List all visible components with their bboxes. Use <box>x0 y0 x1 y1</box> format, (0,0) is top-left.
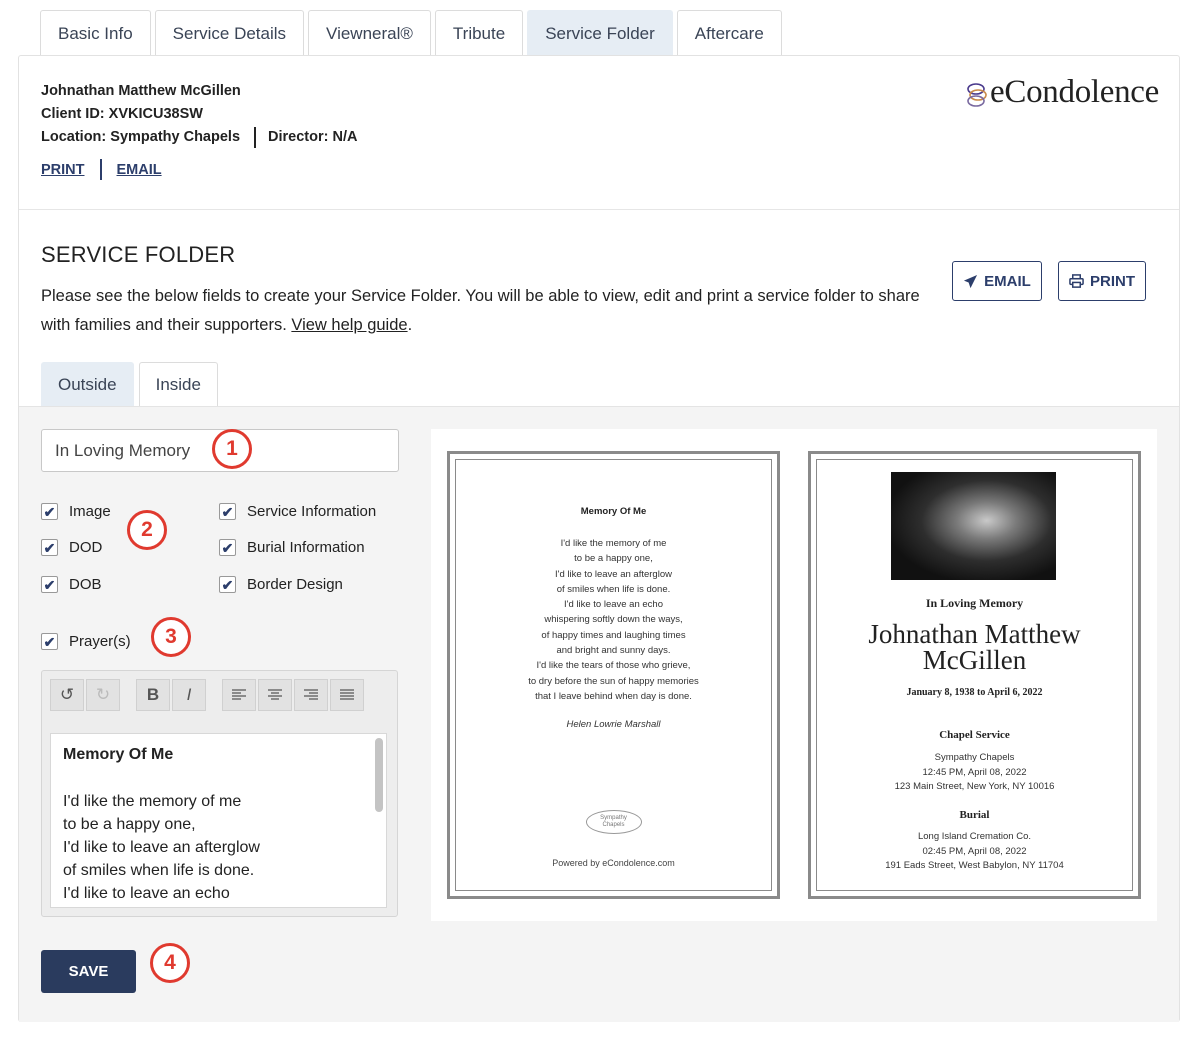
preview-front-page: In Loving Memory Johnathan Matthew McGil… <box>808 451 1141 899</box>
help-guide-link[interactable]: View help guide <box>291 316 407 334</box>
border-design-checkbox[interactable]: ✔ Border Design <box>219 576 343 593</box>
undo-button[interactable]: ↺ <box>50 679 84 711</box>
email-link[interactable]: EMAIL <box>117 162 162 178</box>
printer-icon <box>1069 273 1084 288</box>
prayer-text-area[interactable]: Memory Of Me I'd like the memory of me t… <box>50 733 387 908</box>
main-tabs: Basic Info Service Details Viewneral® Tr… <box>40 10 782 56</box>
client-location-row: Location: Sympathy Chapels Director: N/A <box>41 126 357 149</box>
page-title: SERVICE FOLDER <box>41 242 236 267</box>
poem-title: Memory Of Me <box>580 506 647 517</box>
editor-panel: In Loving Memory 1 ✔ Image ✔ DOD ✔ DOB ✔ Ser… <box>19 406 1179 1022</box>
align-right-icon <box>304 689 318 700</box>
content-card: Johnathan Matthew McGillen Client ID: XV… <box>18 55 1180 1022</box>
check-icon: ✔ <box>41 539 58 556</box>
redo-icon: ↻ <box>95 685 111 704</box>
check-icon: ✔ <box>219 576 236 593</box>
step-badge-3: 3 <box>151 617 191 657</box>
italic-button[interactable]: I <box>172 679 206 711</box>
step-badge-4: 4 <box>150 943 190 983</box>
step-badge-1: 1 <box>212 429 252 469</box>
email-button[interactable]: EMAIL <box>952 261 1042 301</box>
save-button[interactable]: SAVE <box>41 950 136 993</box>
divider <box>99 159 102 180</box>
tab-inside[interactable]: Inside <box>138 362 218 407</box>
align-left-icon <box>232 689 246 700</box>
check-icon: ✔ <box>219 539 236 556</box>
tab-basic-info[interactable]: Basic Info <box>40 10 151 56</box>
client-info: Johnathan Matthew McGillen Client ID: XV… <box>41 80 357 149</box>
powered-by-text: Powered by eCondolence.com <box>552 858 675 868</box>
logo-text: eCondolence <box>990 74 1159 110</box>
editor-toolbar: ↺ ↻ B I <box>50 679 364 711</box>
undo-icon: ↺ <box>59 685 75 704</box>
italic-icon: I <box>186 685 192 704</box>
divider <box>254 126 257 148</box>
bold-button[interactable]: B <box>136 679 170 711</box>
service-information-checkbox[interactable]: ✔ Service Information <box>219 503 376 520</box>
check-icon: ✔ <box>41 633 58 650</box>
tab-outside[interactable]: Outside <box>41 362 134 407</box>
step-badge-2: 2 <box>127 510 167 550</box>
print-link[interactable]: PRINT <box>41 162 85 178</box>
preview-back-page: Memory Of Me I'd like the memory of me t… <box>447 451 780 899</box>
folder-subtabs: Outside Inside <box>41 362 218 407</box>
swirl-icon <box>967 83 987 107</box>
client-location: Location: Sympathy Chapels <box>41 129 241 145</box>
dob-checkbox[interactable]: ✔ DOB <box>41 576 102 593</box>
justify-button[interactable] <box>330 679 364 711</box>
burial-details: Long Island Cremation Co. 02:45 PM, Apri… <box>885 831 1064 872</box>
editor-scrollbar[interactable] <box>375 738 383 812</box>
prayer-editor: ↺ ↻ B I Memory Of Me I'd like the memory <box>41 670 398 917</box>
justify-icon <box>340 689 354 700</box>
deceased-name: Johnathan Matthew McGillen <box>868 619 1081 675</box>
align-center-icon <box>268 689 282 700</box>
deceased-photo <box>891 472 1056 580</box>
tab-viewneral[interactable]: Viewneral® <box>308 10 431 56</box>
header-links: PRINT EMAIL <box>41 159 162 180</box>
image-checkbox[interactable]: ✔ Image <box>41 503 111 520</box>
tab-aftercare[interactable]: Aftercare <box>676 10 782 56</box>
check-icon: ✔ <box>219 503 236 520</box>
poem-text: I'd like the memory of me to be a happy … <box>528 538 699 702</box>
burial-title: Burial <box>959 809 990 821</box>
page-description: Please see the below fields to create yo… <box>41 287 920 334</box>
tab-service-folder[interactable]: Service Folder <box>527 10 673 56</box>
client-name: Johnathan Matthew McGillen <box>41 83 241 99</box>
econdolence-logo: eCondolence <box>964 74 1159 111</box>
check-icon: ✔ <box>41 503 58 520</box>
align-center-button[interactable] <box>258 679 292 711</box>
paper-plane-icon <box>964 274 978 288</box>
prayer-heading: Memory Of Me <box>63 746 174 763</box>
tab-service-details[interactable]: Service Details <box>154 10 305 56</box>
check-icon: ✔ <box>41 576 58 593</box>
life-dates: January 8, 1938 to April 6, 2022 <box>906 687 1043 698</box>
align-right-button[interactable] <box>294 679 328 711</box>
client-id: Client ID: XVKICU38SW <box>41 106 203 122</box>
client-director: Director: N/A <box>268 129 358 145</box>
poem-author: Helen Lowrie Marshall <box>566 719 661 730</box>
burial-information-checkbox[interactable]: ✔ Burial Information <box>219 539 365 556</box>
folder-preview: Memory Of Me I'd like the memory of me t… <box>431 429 1157 921</box>
prayer-lines: I'd like the memory of me to be a happy … <box>63 793 260 902</box>
service-details: Sympathy Chapels 12:45 PM, April 08, 202… <box>894 752 1055 793</box>
align-left-button[interactable] <box>222 679 256 711</box>
front-heading: In Loving Memory <box>925 596 1024 610</box>
dod-checkbox[interactable]: ✔ DOD <box>41 539 102 556</box>
header-divider <box>19 209 1179 210</box>
prayers-checkbox[interactable]: ✔ Prayer(s) <box>41 633 131 650</box>
sympathy-chapels-logo: Sympathy Chapels <box>585 810 642 834</box>
service-title: Chapel Service <box>939 729 1010 741</box>
redo-button[interactable]: ↻ <box>86 679 120 711</box>
bold-icon: B <box>146 685 160 704</box>
tab-tribute[interactable]: Tribute <box>434 10 524 56</box>
print-button[interactable]: PRINT <box>1058 261 1146 301</box>
